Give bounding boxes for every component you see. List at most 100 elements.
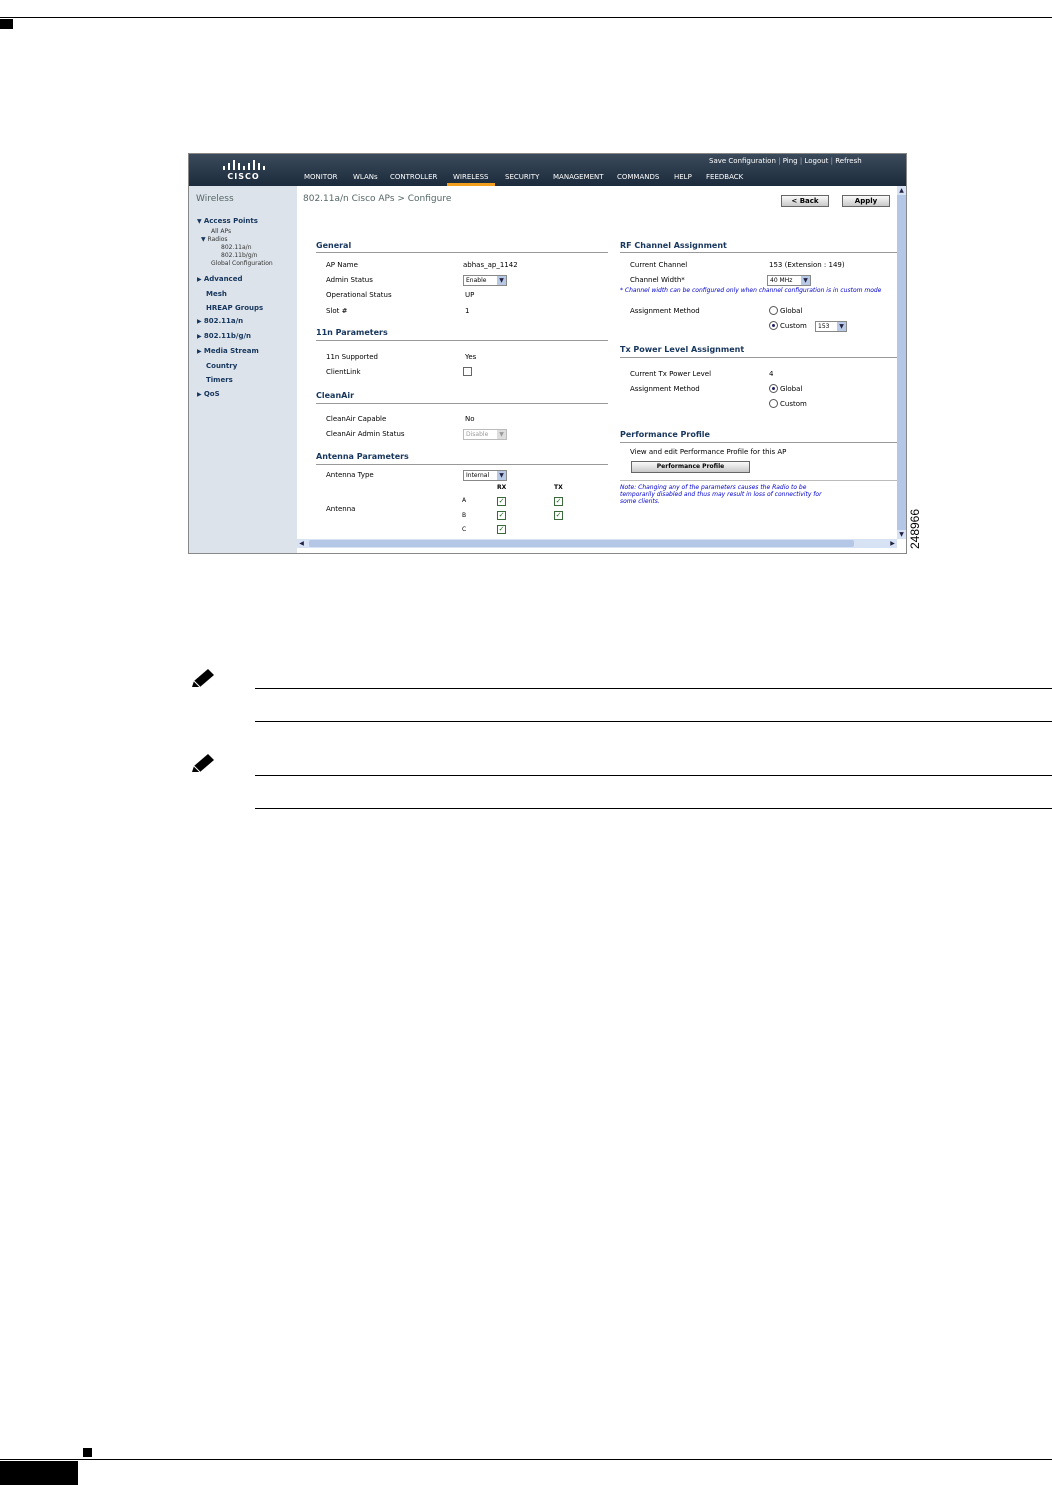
save-config-link[interactable]: Save Configuration [709,157,776,165]
antenna-a-rx-checkbox[interactable]: ✓ [497,497,506,506]
bottom-note: Note: Changing any of the parameters cau… [620,484,822,505]
nav-wireless[interactable]: WIRELESS [453,173,488,181]
sidebar-item-all-aps[interactable]: All APs [211,228,231,235]
note-pencil-icon [192,669,214,688]
top-header: CISCO Save Configuration | Ping | Logout… [189,154,906,186]
tx-global-label: Global [780,385,803,393]
ping-link[interactable]: Ping [783,157,798,165]
nav-help[interactable]: HELP [674,173,692,181]
tx-heading: Tx Power Level Assignment [620,345,745,354]
rf-custom-radio[interactable] [769,321,778,330]
sidebar-item-media-stream[interactable]: ▶ Media Stream [197,347,259,355]
sidebar-item-country[interactable]: Country [206,362,237,370]
triangle-right-icon: ▶ [197,333,202,340]
sidebar-item-mesh[interactable]: Mesh [206,290,227,298]
general-heading: General [316,241,352,250]
triangle-right-icon: ▶ [197,276,202,283]
section-divider [620,442,897,443]
admin-status-select[interactable]: Enable ▼ [463,275,507,286]
tx-method-label: Assignment Method [630,385,700,393]
logout-link[interactable]: Logout [804,157,828,165]
channel-width-select[interactable]: 40 MHz ▼ [767,275,811,286]
sidebar-item-qos[interactable]: ▶ QoS [197,390,220,398]
rf-global-radio[interactable] [769,306,778,315]
top-links: Save Configuration | Ping | Logout | Ref… [709,157,862,165]
antenna-type-select[interactable]: Internal ▼ [463,470,507,481]
ap-name-label: AP Name [326,261,358,269]
sidebar-item-radio-bg[interactable]: 802.11b/g/n [221,252,257,259]
vertical-scrollbar[interactable]: ▲ ▼ [897,186,906,539]
scroll-thumb[interactable] [309,540,854,547]
nav-wlans[interactable]: WLANs [353,173,378,181]
sidebar-item-timers[interactable]: Timers [206,376,233,384]
nav-monitor[interactable]: MONITOR [304,173,338,181]
footer-marker [83,1448,92,1457]
apply-button[interactable]: Apply [842,195,890,207]
tx-global-radio[interactable] [769,384,778,393]
tx-current-label: Current Tx Power Level [630,370,712,378]
op-status-value: UP [465,291,475,299]
current-channel-label: Current Channel [630,261,688,269]
slot-label: Slot # [326,307,348,315]
triangle-right-icon: ▶ [197,391,202,398]
note-pencil-icon [192,754,214,773]
clientlink-checkbox[interactable] [463,367,472,376]
n11-supported-label: 11n Supported [326,353,378,361]
horizontal-scrollbar[interactable]: ◀ ▶ [297,539,897,548]
clientlink-label: ClientLink [326,368,361,376]
sidebar-item-radios[interactable]: ▼ Radios [201,236,228,243]
cleanair-admin-select[interactable]: Disable ▼ [463,429,507,440]
section-divider [316,340,608,341]
perf-text: View and edit Performance Profile for th… [630,448,787,456]
ap-name-value: abhas_ap_1142 [463,261,518,269]
scroll-right-icon[interactable]: ▶ [888,539,897,548]
chevron-down-icon: ▼ [837,322,846,331]
triangle-right-icon: ▶ [197,318,202,325]
nav-security[interactable]: SECURITY [505,173,539,181]
triangle-down-icon: ▼ [201,236,206,243]
antenna-type-label: Antenna Type [326,471,374,479]
tx-current-value: 4 [769,370,774,378]
sidebar-item-advanced[interactable]: ▶ Advanced [197,275,242,283]
triangle-right-icon: ▶ [197,348,202,355]
sidebar-item-80211bgn[interactable]: ▶ 802.11b/g/n [197,332,251,340]
nav-feedback[interactable]: FEEDBACK [706,173,743,181]
refresh-link[interactable]: Refresh [835,157,861,165]
antenna-a-label: A [462,497,467,504]
rf-custom-channel-select[interactable]: 153 ▼ [815,321,847,332]
rf-global-label: Global [780,307,803,315]
sidebar-item-global-config[interactable]: Global Configuration [211,260,273,267]
scroll-down-icon[interactable]: ▼ [897,530,906,539]
antenna-b-tx-checkbox[interactable]: ✓ [554,511,563,520]
note-rule-top [255,775,1052,776]
antenna-c-rx-checkbox[interactable]: ✓ [497,525,506,534]
sidebar-item-radio-a[interactable]: 802.11a/n [221,244,252,251]
admin-status-label: Admin Status [326,276,373,284]
scroll-up-icon[interactable]: ▲ [897,186,906,195]
antenna-a-tx-checkbox[interactable]: ✓ [554,497,563,506]
performance-profile-button[interactable]: Performance Profile [631,461,750,473]
sidebar-item-80211an[interactable]: ▶ 802.11a/n [197,317,243,325]
nav-management[interactable]: MANAGEMENT [553,173,604,181]
tx-custom-radio[interactable] [769,399,778,408]
slot-value: 1 [465,307,470,315]
tx-header: TX [554,484,563,491]
antenna-b-rx-checkbox[interactable]: ✓ [497,511,506,520]
current-channel-value: 153 (Extension : 149) [769,261,845,269]
channel-width-label: Channel Width* [630,276,685,284]
nav-commands[interactable]: COMMANDS [617,173,659,181]
scroll-left-icon[interactable]: ◀ [297,539,306,548]
note-rule-top [255,688,1052,689]
cleanair-capable-value: No [465,415,475,423]
sidebar-item-hreap[interactable]: HREAP Groups [206,304,263,312]
cleanair-heading: CleanAir [316,391,355,400]
rf-heading: RF Channel Assignment [620,241,727,250]
note-rule-bottom [255,808,1052,809]
nav-controller[interactable]: CONTROLLER [390,173,437,181]
chevron-down-icon: ▼ [497,471,506,480]
n11-heading: 11n Parameters [316,328,388,337]
sidebar-item-access-points[interactable]: ▼ Access Points [197,217,258,225]
section-divider [620,357,897,358]
note-rule-bottom [255,721,1052,722]
back-button[interactable]: < Back [781,195,829,207]
